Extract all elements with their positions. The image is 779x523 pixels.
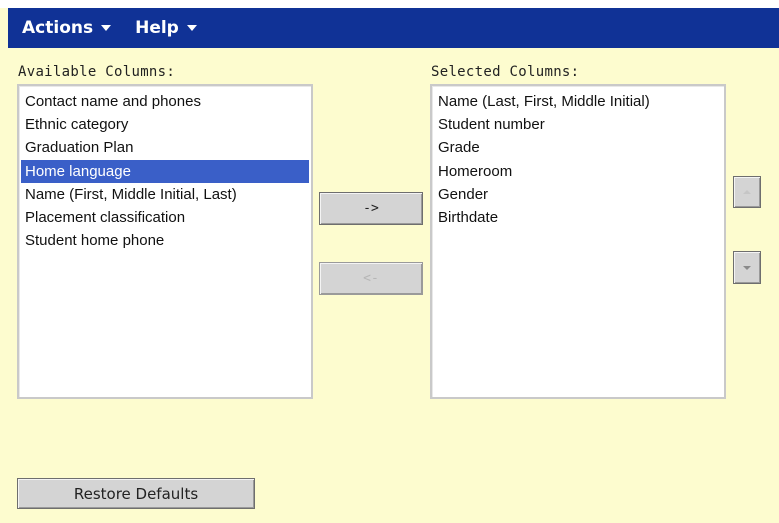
available-option-label: Placement classification [25,208,186,226]
selected-option-label: Birthdate [438,208,499,226]
selected-option[interactable]: Grade [434,136,722,159]
remove-column-button[interactable]: <- [319,262,423,295]
available-option-label: Graduation Plan [25,139,134,157]
available-columns-list[interactable]: Contact name and phones Ethnic category … [17,84,313,399]
chevron-down-icon [186,25,197,31]
available-option-label: Name (First, Middle Initial, Last) [25,185,237,203]
available-option-label: Ethnic category [25,116,129,134]
chevron-down-icon [101,25,112,31]
selected-option[interactable]: Gender [434,183,722,206]
selected-option-label: Gender [438,185,489,203]
selected-option-label: Homeroom [438,162,513,180]
selected-option-label: Grade [438,139,480,157]
add-column-button[interactable]: -> [319,192,423,225]
move-up-button[interactable] [733,176,761,208]
selected-option-label: Name (Last, First, Middle Initial) [438,93,650,110]
selected-columns-list[interactable]: Name (Last, First, Middle Initial) Stude… [430,84,726,399]
available-option[interactable]: Ethnic category [21,113,309,136]
available-option[interactable]: Contact name and phones [21,90,309,113]
selected-columns-label: Selected Columns: [431,64,580,80]
available-option-label: Student home phone [25,232,165,250]
menu-bar: Actions Help [8,8,779,48]
selected-option[interactable]: Student number [434,113,722,136]
available-option[interactable]: Student home phone [21,229,309,252]
selected-option[interactable]: Homeroom [434,160,722,183]
move-down-button[interactable] [733,251,761,284]
top-frame [0,0,779,8]
restore-defaults-button[interactable]: Restore Defaults [17,478,255,509]
menu-help[interactable]: Help [135,18,197,38]
available-columns-label: Available Columns: [18,64,176,80]
selected-option[interactable]: Name (Last, First, Middle Initial) [434,90,722,113]
arrow-down-icon [743,265,751,270]
arrow-up-icon [743,190,751,194]
menu-actions-label: Actions [22,18,94,38]
menu-help-label: Help [135,18,179,38]
selected-option[interactable]: Birthdate [434,206,722,229]
menu-actions[interactable]: Actions [22,18,112,38]
available-option-label: Home language [25,162,131,180]
available-option-label: Contact name and phones [25,93,201,110]
available-option[interactable]: Home language [21,159,309,183]
available-option[interactable]: Graduation Plan [21,136,309,159]
available-option[interactable]: Placement classification [21,206,309,229]
selected-option-label: Student number [438,116,545,134]
available-option[interactable]: Name (First, Middle Initial, Last) [21,183,309,206]
